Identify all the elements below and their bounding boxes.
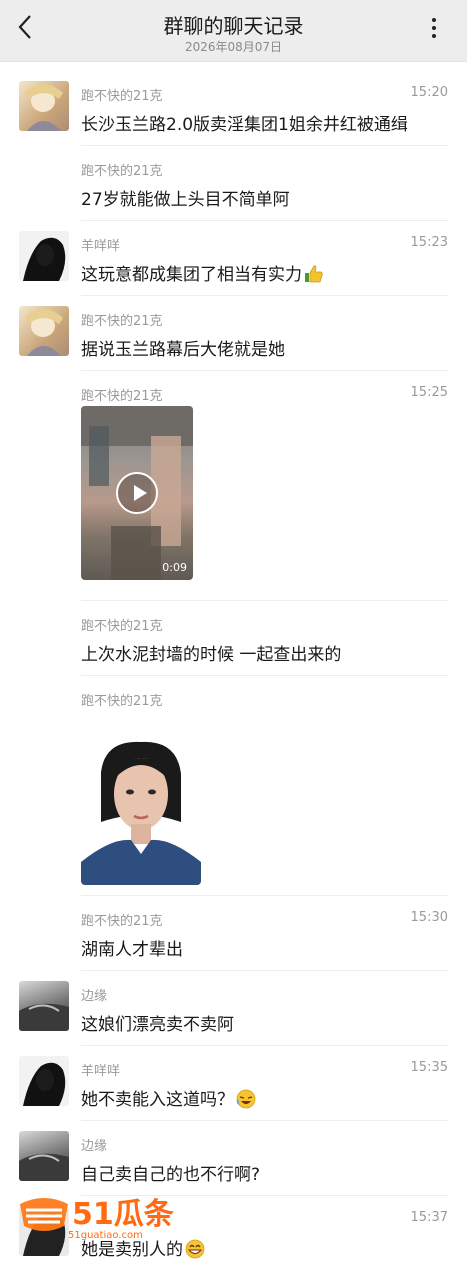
sender-name: 跑不快的21克 [81,89,163,104]
message-time: 15:20 [410,85,448,100]
message-text: 长沙玉兰路2.0版卖淫集团1姐余井红被通缉 [81,115,408,135]
divider [81,145,448,146]
photo-image[interactable] [81,712,201,885]
divider [81,370,448,371]
divider [81,295,448,296]
message-text-content: 她是卖别人的 [81,1240,183,1260]
top-bar: 群聊的聊天记录 2026年08月07日 [0,0,467,62]
sender-name: 边缘 [81,1139,108,1154]
sender-name: 跑不快的21克 [81,164,163,179]
divider [81,895,448,896]
message-text: 她不卖能入这道吗？ [81,1085,256,1110]
avatar[interactable] [19,1131,69,1181]
video-thumbnail[interactable]: 0:09 [81,406,193,580]
divider [81,970,448,971]
sender-name: 跑不快的21克 [81,694,163,709]
message-time: 15:30 [410,910,448,925]
svg-text:51guatiao.com: 51guatiao.com [68,1230,143,1241]
avatar[interactable] [19,981,69,1031]
sender-name: 羊咩咩 [81,1064,121,1079]
divider [81,220,448,221]
divider [81,1045,448,1046]
more-vertical-icon[interactable] [431,18,437,40]
avatar[interactable] [19,306,69,356]
svg-text:51瓜条: 51瓜条 [72,1197,174,1232]
sender-name: 跑不快的21克 [81,619,163,634]
message-time: 15:25 [410,385,448,400]
page-title: 群聊的聊天记录 [163,14,304,38]
laughing-emoji [236,1089,256,1109]
watermark-logo: 51瓜条 51guatiao.com [18,1190,188,1242]
divider [81,1120,448,1121]
grinning-emoji [185,1239,205,1259]
message-text: 27岁就能做上头目不简单阿 [81,190,290,210]
divider [81,600,448,601]
avatar[interactable] [19,1056,69,1106]
sender-name: 羊咩咩 [81,239,121,254]
sender-name: 边缘 [81,989,108,1004]
sender-name: 跑不快的21克 [81,314,163,329]
sender-name: 跑不快的21克 [81,389,163,404]
divider [81,675,448,676]
message-text-content: 她不卖能入这道吗？ [81,1090,234,1110]
message-text: 据说玉兰路幕后大佬就是她 [81,340,285,360]
video-duration: 0:09 [162,561,187,574]
message-text: 湖南人才辈出 [81,940,183,960]
message-text: 上次水泥封墙的时候 一起查出来的 [81,645,342,665]
message-text: 自己卖自己的也不行啊? [81,1165,261,1185]
sender-name: 跑不快的21克 [81,914,163,929]
message-text: 这玩意都成集团了相当有实力 [81,260,324,285]
message-time: 15:35 [410,1060,448,1075]
message-time: 15:23 [410,235,448,250]
avatar[interactable] [19,231,69,281]
play-icon[interactable] [116,472,158,514]
message-text: 这娘们漂亮卖不卖阿 [81,1015,234,1035]
message-text-content: 这玩意都成集团了相当有实力 [81,265,302,285]
thumbs-up-emoji [305,265,323,283]
record-date: 2026年08月07日 [184,40,283,54]
avatar[interactable] [19,81,69,131]
message-time: 15:37 [410,1210,448,1225]
